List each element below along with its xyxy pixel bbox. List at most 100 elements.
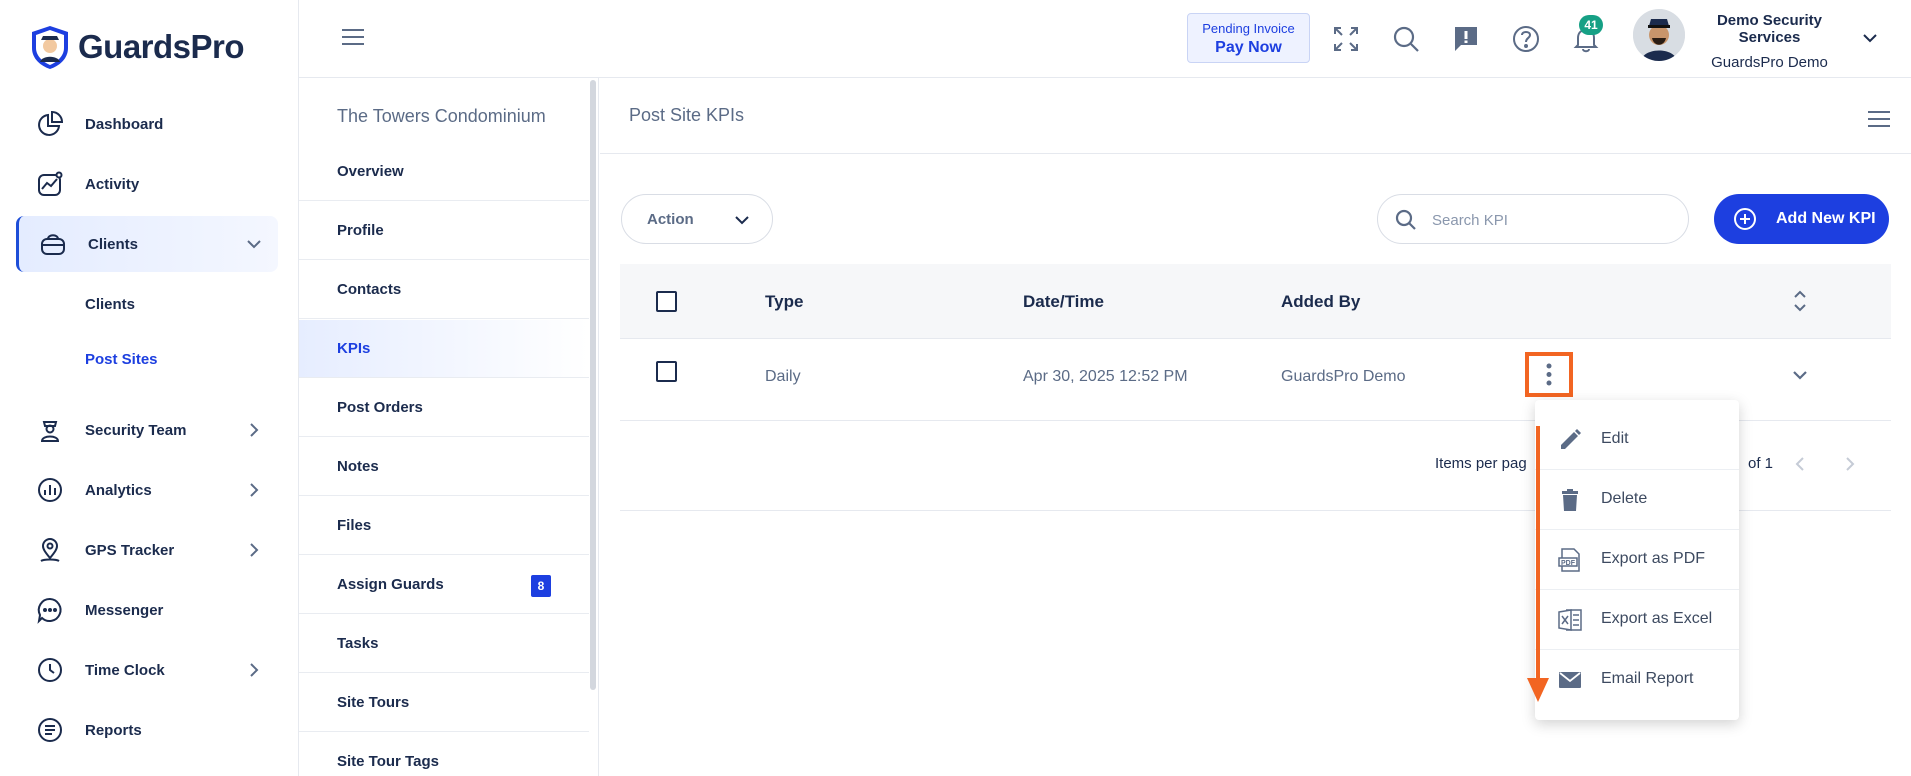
- tab-contacts[interactable]: Contacts: [299, 261, 589, 319]
- tab-profile[interactable]: Profile: [299, 202, 589, 260]
- avatar[interactable]: [1633, 9, 1685, 61]
- help-icon[interactable]: [1511, 24, 1541, 54]
- menu-item-export-pdf[interactable]: PDF Export as PDF: [1535, 530, 1739, 590]
- chevron-right-icon: [250, 483, 259, 497]
- tab-label: Site Tours: [337, 694, 410, 711]
- column-header-type[interactable]: Type: [765, 292, 803, 312]
- tab-site-tour-tags[interactable]: Site Tour Tags: [299, 733, 589, 776]
- tab-label: Files: [337, 517, 372, 534]
- action-dropdown[interactable]: Action: [621, 194, 773, 244]
- brand-name: GuardsPro: [78, 28, 245, 65]
- hamburger-menu-icon[interactable]: [341, 27, 365, 47]
- briefcase-icon: [41, 234, 65, 255]
- post-site-title: The Towers Condominium: [337, 106, 546, 126]
- menu-item-label: Edit: [1601, 430, 1629, 447]
- pending-invoice-button[interactable]: Pending Invoice Pay Now: [1187, 13, 1310, 63]
- sort-icon[interactable]: [1790, 287, 1810, 315]
- guard-shield-logo-icon: [32, 26, 68, 69]
- next-page-icon[interactable]: [1842, 455, 1858, 473]
- menu-item-label: Export as PDF: [1601, 550, 1706, 567]
- sidebar-item-label: Time Clock: [85, 661, 165, 679]
- tab-label: Site Tour Tags: [337, 753, 439, 770]
- add-new-kpi-label: Add New KPI: [1776, 210, 1876, 227]
- row-actions-menu: Edit Delete PDF Export as PDF Export as …: [1535, 400, 1739, 720]
- search-box[interactable]: [1377, 194, 1689, 244]
- sidebar-item-gps-tracker[interactable]: GPS Tracker: [16, 522, 278, 578]
- search-input[interactable]: [1432, 207, 1672, 233]
- chevron-down-icon: [735, 216, 749, 225]
- clock-icon: [38, 658, 62, 682]
- menu-lines-icon[interactable]: [1866, 108, 1892, 130]
- menu-item-delete[interactable]: Delete: [1535, 470, 1739, 530]
- menu-item-email-report[interactable]: Email Report: [1535, 650, 1739, 710]
- tab-notes[interactable]: Notes: [299, 438, 589, 496]
- trash-icon: [1562, 489, 1578, 511]
- header-divider: [600, 153, 1911, 154]
- annotation-arrow-line: [1536, 426, 1540, 681]
- add-new-kpi-button[interactable]: Add New KPI: [1714, 194, 1889, 244]
- column-header-added-by[interactable]: Added By: [1281, 292, 1360, 312]
- feedback-icon[interactable]: [1451, 24, 1481, 54]
- tab-kpis[interactable]: KPIs: [299, 320, 589, 378]
- tab-post-orders[interactable]: Post Orders: [299, 379, 589, 437]
- user-info[interactable]: Demo Security Services GuardsPro Demo: [1687, 12, 1852, 71]
- sidebar-subitem-clients[interactable]: Clients: [85, 296, 135, 313]
- tab-assign-guards[interactable]: Assign Guards 8: [299, 556, 589, 614]
- pending-invoice-label: Pending Invoice: [1202, 21, 1295, 36]
- sidebar-item-reports[interactable]: Reports: [16, 702, 278, 758]
- user-name: GuardsPro Demo: [1711, 54, 1828, 71]
- column-header-datetime[interactable]: Date/Time: [1023, 292, 1104, 312]
- expand-row-chevron-icon[interactable]: [1790, 365, 1810, 385]
- pdf-file-icon: PDF: [1558, 548, 1580, 572]
- reports-icon: [38, 718, 62, 742]
- row-actions-button[interactable]: [1525, 352, 1573, 397]
- envelope-icon: [1559, 672, 1581, 688]
- main-sidebar: GuardsPro Dashboard Activity Clients Cli…: [0, 0, 299, 776]
- tab-label: Contacts: [337, 281, 402, 298]
- sidebar-subitem-post-sites[interactable]: Post Sites: [85, 351, 158, 368]
- sidebar-item-activity[interactable]: Activity: [16, 156, 278, 212]
- chevron-right-icon: [250, 663, 259, 677]
- tab-overview[interactable]: Overview: [299, 143, 589, 201]
- assign-guards-count-badge: 8: [531, 575, 551, 597]
- tab-label: Profile: [337, 222, 384, 239]
- sidebar-item-time-clock[interactable]: Time Clock: [16, 642, 278, 698]
- user-avatar-icon: [1633, 9, 1685, 61]
- search-icon[interactable]: [1391, 24, 1421, 54]
- sidebar-item-dashboard[interactable]: Dashboard: [16, 96, 278, 152]
- action-label: Action: [647, 211, 694, 228]
- chevron-down-icon[interactable]: [1860, 28, 1880, 48]
- sidebar-item-label: Activity: [85, 175, 140, 193]
- sidebar-item-analytics[interactable]: Analytics: [16, 462, 278, 518]
- chevron-right-icon: [250, 423, 259, 437]
- cell-type: Daily: [765, 368, 801, 385]
- svg-text:PDF: PDF: [1561, 560, 1576, 567]
- plus-circle-icon: [1734, 208, 1756, 230]
- tab-files[interactable]: Files: [299, 497, 589, 555]
- table-header: Type Date/Time Added By: [620, 264, 1891, 339]
- sidebar-item-messenger[interactable]: Messenger: [16, 582, 278, 638]
- prev-page-icon[interactable]: [1792, 455, 1808, 473]
- menu-item-label: Delete: [1601, 490, 1648, 507]
- annotation-arrow-head: [1527, 678, 1549, 702]
- scrollbar[interactable]: [590, 80, 596, 690]
- menu-item-export-excel[interactable]: Export as Excel: [1535, 590, 1739, 650]
- sidebar-item-clients[interactable]: Clients: [16, 216, 278, 272]
- sidebar-item-security-team[interactable]: Security Team: [16, 402, 278, 458]
- menu-item-edit[interactable]: Edit: [1535, 410, 1739, 470]
- fullscreen-icon[interactable]: [1331, 24, 1361, 54]
- map-pin-icon: [40, 538, 60, 562]
- cell-added-by: GuardsPro Demo: [1281, 368, 1406, 385]
- brand-logo[interactable]: GuardsPro: [28, 24, 245, 70]
- row-checkbox[interactable]: [656, 361, 677, 382]
- tab-site-tours[interactable]: Site Tours: [299, 674, 589, 732]
- tab-tasks[interactable]: Tasks: [299, 615, 589, 673]
- cell-datetime: Apr 30, 2025 12:52 PM: [1023, 368, 1188, 385]
- excel-file-icon: [1558, 609, 1582, 631]
- page-range-label: of 1: [1748, 455, 1774, 472]
- top-header: Pending Invoice Pay Now 41 Demo Security…: [299, 0, 1911, 78]
- menu-item-label: Email Report: [1601, 670, 1694, 687]
- chevron-down-icon: [247, 240, 261, 249]
- select-all-checkbox[interactable]: [656, 291, 677, 312]
- notification-count-badge: 41: [1579, 15, 1603, 35]
